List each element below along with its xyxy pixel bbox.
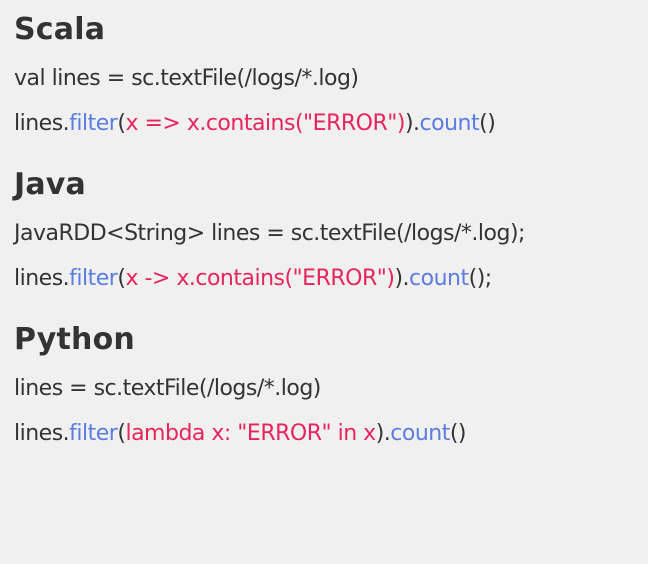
java-section: Java JavaRDD<String> lines = sc.textFile… xyxy=(14,163,648,294)
code-token-method: count xyxy=(390,421,450,446)
code-token: val lines = sc.textFile(/logs/*.log) xyxy=(14,66,359,91)
code-token: (); xyxy=(468,266,493,291)
code-token: () xyxy=(479,111,496,136)
code-token: JavaRDD<String> lines = sc.textFile(/log… xyxy=(14,221,525,246)
code-line-python-2: lines.filter(lambda x: "ERROR" in x).cou… xyxy=(14,419,648,449)
code-line-scala-1: val lines = sc.textFile(/logs/*.log) xyxy=(14,64,648,94)
section-heading-python: Python xyxy=(14,322,135,357)
section-heading-scala: Scala xyxy=(14,12,106,47)
code-token: lines. xyxy=(14,421,70,446)
code-token: lines. xyxy=(14,266,70,291)
code-token: ). xyxy=(375,421,391,446)
code-examples-page: Scala val lines = sc.textFile(/logs/*.lo… xyxy=(0,0,648,564)
code-token: lines = sc.textFile(/logs/*.log) xyxy=(14,376,321,401)
scala-section: Scala val lines = sc.textFile(/logs/*.lo… xyxy=(14,8,648,139)
code-token-argument: x -> x.contains("ERROR") xyxy=(125,266,395,291)
code-token: ). xyxy=(394,266,410,291)
code-line-java-1: JavaRDD<String> lines = sc.textFile(/log… xyxy=(14,219,648,249)
section-heading-java: Java xyxy=(14,167,87,202)
code-token-method: filter xyxy=(69,266,118,291)
code-token: lines. xyxy=(14,111,70,136)
code-token-method: filter xyxy=(69,421,118,446)
code-token-method: filter xyxy=(69,111,118,136)
code-line-python-1: lines = sc.textFile(/logs/*.log) xyxy=(14,374,648,404)
code-token-argument: x => x.contains("ERROR") xyxy=(125,111,405,136)
code-token: () xyxy=(449,421,467,446)
code-token: ). xyxy=(404,111,420,136)
code-token-method: count xyxy=(409,266,469,291)
python-section: Python lines = sc.textFile(/logs/*.log) … xyxy=(14,318,648,449)
code-line-java-2: lines.filter(x -> x.contains("ERROR")).c… xyxy=(14,264,648,294)
code-token-method: count xyxy=(419,111,480,136)
code-token-argument: lambda x: "ERROR" in x xyxy=(125,421,376,446)
code-line-scala-2: lines.filter(x => x.contains("ERROR")).c… xyxy=(14,109,648,139)
